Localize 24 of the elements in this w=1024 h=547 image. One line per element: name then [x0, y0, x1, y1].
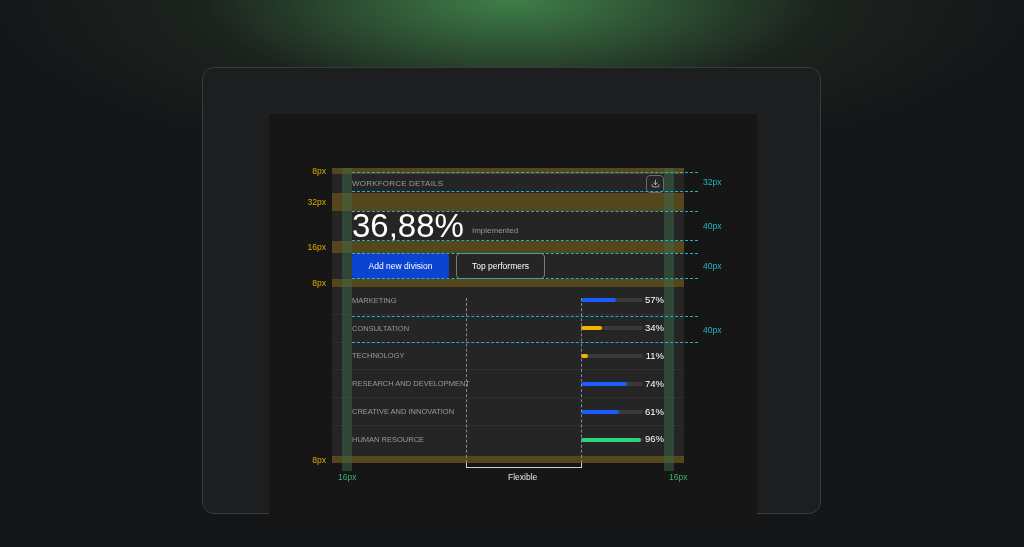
download-icon [650, 179, 660, 188]
spacing-label: 40px [703, 222, 722, 231]
spacing-label: 40px [703, 325, 722, 334]
percent-value: 74% [644, 376, 664, 391]
implemented-caption: Implemented [471, 225, 519, 237]
spacing-label: 32px [306, 198, 326, 207]
spacing-label: 8px [311, 167, 326, 176]
spacing-label: 32px [703, 178, 722, 187]
spacing-label: 8px [311, 279, 326, 288]
spacing-label: Flexible [508, 473, 538, 482]
spacing-label: 16px [669, 473, 688, 482]
percent-value: 34% [644, 321, 664, 336]
spacing-label: 40px [703, 262, 722, 271]
percent-value: 61% [644, 404, 664, 419]
percent-value: 11% [644, 348, 664, 363]
spacing-label: 16px [338, 473, 357, 482]
spacing-label: 16px [306, 243, 326, 252]
card-title: WORKFORCE DETAILS [352, 177, 444, 190]
spacing-label: 8px [311, 455, 326, 464]
implemented-value: 36,88% [352, 211, 464, 241]
add-division-button[interactable]: Add new division [352, 253, 449, 279]
percent-value: 57% [644, 293, 664, 308]
percent-value: 96% [644, 432, 664, 447]
download-button[interactable] [646, 174, 664, 193]
